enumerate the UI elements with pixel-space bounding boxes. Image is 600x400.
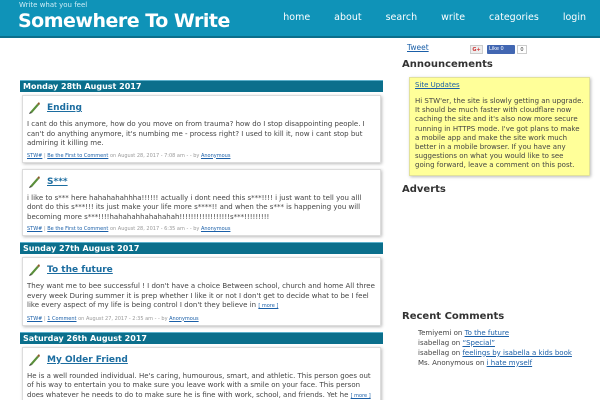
comment-on-label: on (451, 338, 461, 347)
post-comments-link[interactable]: 1 Comment (47, 316, 76, 322)
tweet-button[interactable]: Tweet (407, 43, 429, 52)
post-meta: STW# | Be the First to Comment on August… (27, 152, 231, 159)
quill-pen-icon (29, 353, 40, 366)
main-nav: home about search write categories login (259, 12, 586, 23)
quill-pen-icon (29, 264, 40, 276)
read-more-link[interactable]: [ more ] (258, 303, 278, 309)
facebook-like-button[interactable]: Like 0 (487, 45, 515, 54)
post-excerpt-text: He is a well rounded individual. He's ca… (27, 371, 371, 399)
post-tag-link[interactable]: STW# (27, 316, 42, 322)
comment-on-label: on (451, 348, 461, 357)
comment-post-link[interactable]: i hate myself (487, 359, 533, 367)
date-heading: Sunday 27th August 2017 (20, 242, 383, 254)
post-meta: STW# | Be the First to Comment on August… (27, 226, 231, 232)
post-excerpt-text: They want me to bee successful ! I don't… (27, 282, 375, 309)
recent-comments-list: Temiyemi on To the future isabellag on “… (402, 328, 598, 368)
announcement-title-link[interactable]: Site Updates (415, 81, 584, 89)
post-tag-link[interactable]: STW# (27, 153, 42, 159)
post-title-link[interactable]: S*** (47, 177, 68, 187)
comment-post-link[interactable]: “Special” (462, 339, 494, 347)
recent-comment-item: isabellag on “Special” (402, 338, 598, 348)
comment-author: Temiyemi (418, 328, 452, 337)
nav-about[interactable]: about (334, 12, 361, 23)
nav-categories[interactable]: categories (489, 12, 539, 23)
post-excerpt: I cant do this anymore, how do you move … (27, 120, 365, 147)
post-card: S*** i like to s*** here hahahahahhha!!!… (22, 168, 381, 236)
comment-author: isabellag (418, 338, 450, 347)
date-heading: Monday 28th August 2017 (20, 80, 383, 92)
comment-post-link[interactable]: To the future (465, 329, 509, 337)
nav-write[interactable]: write (441, 12, 465, 23)
site-tagline: Write what you feel (19, 1, 88, 9)
sidebar: Tweet G+ Like 0 0 Announcements Site Upd… (402, 40, 598, 368)
google-plus-icon[interactable]: G+ (470, 45, 483, 54)
recent-comment-item: Ms. Anonymous on i hate myself (402, 358, 598, 368)
post-excerpt: i like to s*** here hahahahahhha!!!!!! a… (27, 193, 362, 221)
announcement-body: Hi STW'er, the site is slowly getting an… (415, 97, 584, 170)
comment-post-link[interactable]: feelings by isabella a kids book (462, 349, 571, 357)
adverts-heading: Adverts (402, 183, 446, 195)
post-date: on August 28, 2017 - 7:08 am - - by (109, 152, 200, 159)
post-date: on August 28, 2017 - 6:35 am - - by (109, 226, 200, 232)
comment-on-label: on (475, 358, 485, 367)
post-author-link[interactable]: Anonymous (169, 316, 198, 322)
post-meta: STW# | 1 Comment on August 27, 2017 - 2:… (27, 315, 199, 322)
site-title-link[interactable]: Somewhere To Write (18, 10, 230, 32)
post-comments-link[interactable]: Be the First to Comment (47, 153, 108, 159)
post-feed: Monday 28th August 2017 Ending I cant do… (20, 80, 383, 400)
post-date: on August 27, 2017 - 2:35 am - - by (78, 315, 168, 322)
post-author-link[interactable]: Anonymous (201, 226, 230, 232)
post-comments-link[interactable]: Be the First to Comment (47, 226, 108, 232)
nav-login[interactable]: login (563, 12, 586, 23)
post-card: My Older Friend He is a well rounded ind… (22, 346, 381, 400)
site-header: Write what you feel Somewhere To Write h… (0, 0, 600, 38)
nav-search[interactable]: search (386, 12, 418, 23)
post-title-link[interactable]: My Older Friend (47, 355, 128, 365)
date-heading: Saturday 26th August 2017 (20, 331, 383, 344)
comment-author: Ms. Anonymous (418, 358, 474, 367)
announcements-heading: Announcements (402, 59, 493, 70)
facebook-like-count: 0 (517, 45, 527, 54)
post-title-link[interactable]: Ending (47, 103, 82, 113)
share-row: Tweet G+ Like 0 0 (402, 40, 598, 56)
post-card: Ending I cant do this anymore, how do yo… (22, 95, 381, 163)
announcement-note: Site Updates Hi STW'er, the site is slow… (409, 77, 590, 176)
recent-comments-heading: Recent Comments (402, 310, 505, 322)
nav-home[interactable]: home (283, 12, 310, 23)
comment-author: isabellag (418, 348, 450, 357)
post-excerpt: He is a well rounded individual. He's ca… (27, 372, 376, 400)
quill-pen-icon (29, 102, 40, 114)
post-excerpt: They want me to bee successful ! I don't… (27, 282, 376, 312)
comment-on-label: on (453, 328, 463, 337)
read-more-link[interactable]: [ more ] (351, 393, 371, 399)
recent-comment-item: Temiyemi on To the future (402, 328, 598, 338)
recent-comment-item: isabellag on feelings by isabella a kids… (402, 348, 598, 358)
post-title-link[interactable]: To the future (47, 265, 113, 275)
post-author-link[interactable]: Anonymous (201, 153, 230, 159)
quill-pen-icon (29, 175, 40, 188)
post-tag-link[interactable]: STW# (27, 226, 42, 232)
post-card: To the future They want me to bee succes… (22, 257, 381, 326)
